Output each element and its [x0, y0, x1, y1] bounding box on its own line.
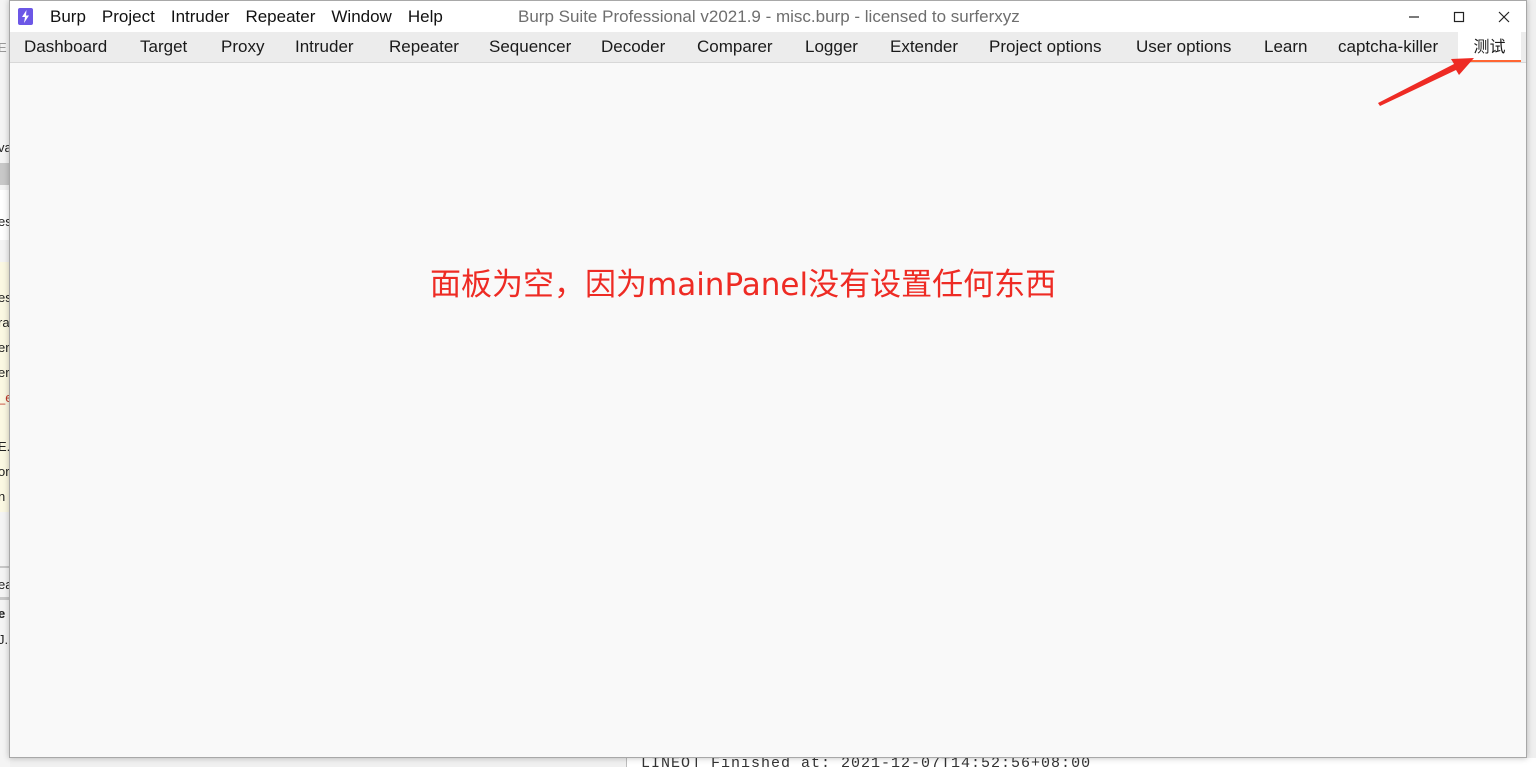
- menu-repeater[interactable]: Repeater: [237, 1, 323, 32]
- bg-fragment: J.: [0, 632, 9, 647]
- menu-burp[interactable]: Burp: [50, 1, 94, 32]
- menu-help[interactable]: Help: [400, 1, 451, 32]
- menu-project[interactable]: Project: [94, 1, 163, 32]
- tab-repeater[interactable]: Repeater: [389, 32, 459, 62]
- window-title: Burp Suite Professional v2021.9 - misc.b…: [518, 7, 1020, 26]
- maximize-icon: [1453, 11, 1464, 22]
- maximize-button[interactable]: [1436, 1, 1481, 32]
- burp-window: Burp Project Intruder Repeater Window He…: [9, 0, 1527, 758]
- background-console: LINEO] Finished at: 2021-12-07T14:52:56+…: [626, 758, 1536, 767]
- burp-lightning-icon[interactable]: [18, 8, 33, 25]
- minimize-button[interactable]: [1391, 1, 1436, 32]
- tab-extender[interactable]: Extender: [890, 32, 958, 62]
- close-icon: [1498, 11, 1509, 22]
- window-controls: [1391, 1, 1526, 32]
- tab-sequencer[interactable]: Sequencer: [489, 32, 571, 62]
- bg-fragment: e: [0, 606, 6, 621]
- bg-fragment: l: [0, 414, 1, 429]
- tab-proxy[interactable]: Proxy: [221, 32, 264, 62]
- main-panel: 面板为空，因为mainPanel没有设置任何东西: [10, 63, 1526, 757]
- annotation-arrow-icon: [1378, 58, 1474, 106]
- tab-comparer[interactable]: Comparer: [697, 32, 773, 62]
- tab-decoder[interactable]: Decoder: [601, 32, 665, 62]
- minimize-icon: [1408, 15, 1419, 18]
- menu-window[interactable]: Window: [323, 1, 399, 32]
- tab-dashboard[interactable]: Dashboard: [24, 32, 107, 62]
- menu-intruder[interactable]: Intruder: [163, 1, 238, 32]
- close-button[interactable]: [1481, 1, 1526, 32]
- menu-bar: Burp Project Intruder Repeater Window He…: [50, 1, 451, 32]
- console-line: LINEO] Finished at: 2021-12-07T14:52:56+…: [641, 758, 1092, 767]
- tab-target[interactable]: Target: [140, 32, 187, 62]
- tab-intruder[interactable]: Intruder: [295, 32, 354, 62]
- bg-fragment: E: [0, 40, 7, 55]
- tab-bar: Dashboard Target Proxy Intruder Repeater…: [10, 32, 1526, 63]
- tab-learn[interactable]: Learn: [1264, 32, 1307, 62]
- tab-logger[interactable]: Logger: [805, 32, 858, 62]
- tab-user-options[interactable]: User options: [1136, 32, 1231, 62]
- annotation-text: 面板为空，因为mainPanel没有设置任何东西: [430, 267, 1057, 303]
- bg-fragment: n: [0, 489, 6, 504]
- tab-project-options[interactable]: Project options: [989, 32, 1101, 62]
- title-bar: Burp Project Intruder Repeater Window He…: [10, 1, 1526, 32]
